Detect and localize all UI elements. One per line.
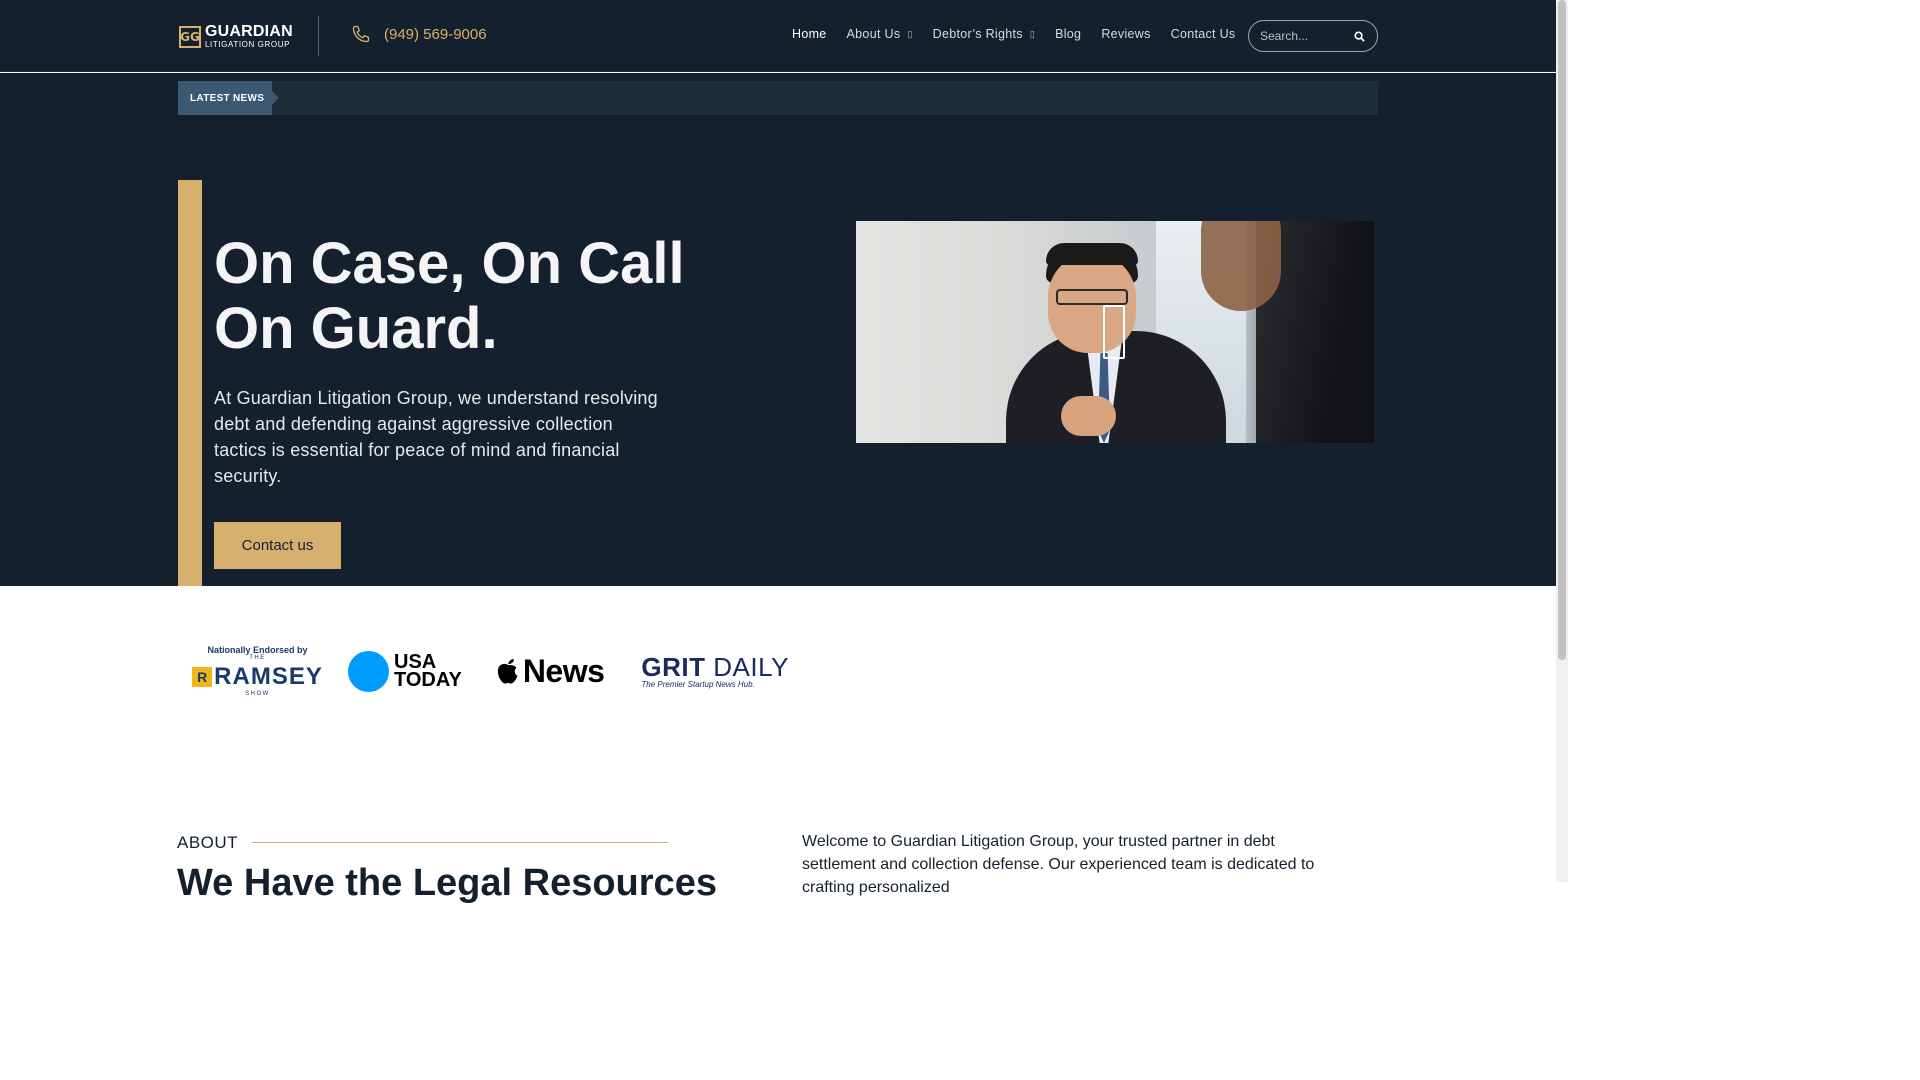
hero-section: LATEST NEWS On Case, On Call On Guard. A… (0, 73, 1556, 586)
hero-accent-bar (178, 180, 202, 586)
site-logo[interactable]: GG GUARDIAN LITIGATION GROUP (179, 24, 293, 49)
nav-home[interactable]: Home (792, 27, 827, 41)
chevron-down-icon: ▯ (907, 28, 913, 39)
about-divider (252, 842, 668, 843)
grit-daily-logo: GRIT DAILY The Premier Startup News Hub. (641, 651, 789, 689)
phone-number: (949) 569-9006 (384, 25, 487, 43)
about-text: Welcome to Guardian Litigation Group, yo… (802, 833, 1315, 896)
nav-blog[interactable]: Blog (1055, 27, 1081, 41)
logo-mark: GG (179, 25, 201, 48)
nav-reviews[interactable]: Reviews (1101, 27, 1150, 41)
apple-icon (497, 659, 518, 684)
search-box (1248, 20, 1378, 52)
scrollbar-thumb[interactable] (1558, 0, 1566, 660)
latest-news-bar: LATEST NEWS (178, 81, 1378, 115)
contact-us-button[interactable]: Contact us (214, 522, 341, 569)
phone-icon (352, 25, 370, 43)
hero-description: At Guardian Litigation Group, we underst… (214, 388, 658, 486)
main-nav: Home About Us ▯ Debtor’s Rights ▯ Blog Rev… (792, 27, 1256, 41)
usa-today-logo: USA TODAY (348, 650, 462, 692)
site-header: GG GUARDIAN LITIGATION GROUP (949) 569-9… (0, 0, 1556, 72)
latest-news-label: LATEST NEWS (178, 81, 279, 115)
search-icon[interactable] (1354, 31, 1365, 42)
press-logos: Nationally Endorsed by THE R RAMSEY SHOW… (190, 645, 789, 697)
phone-link[interactable]: (949) 569-9006 (351, 24, 487, 44)
nav-about-us[interactable]: About Us ▯ (847, 27, 913, 41)
logo-line2: LITIGATION GROUP (205, 40, 291, 49)
header-divider (318, 16, 319, 56)
search-input[interactable] (1260, 29, 1350, 43)
nav-contact-us[interactable]: Contact Us (1171, 27, 1236, 41)
about-label: ABOUT (177, 833, 239, 852)
apple-news-logo: News (495, 653, 605, 690)
hero-title: On Case, On Call On Guard. (214, 231, 685, 361)
hero-video[interactable] (856, 221, 1374, 443)
play-icon[interactable] (1103, 305, 1125, 359)
page-scrollbar[interactable] (1556, 0, 1568, 882)
chevron-down-icon: ▯ (1029, 28, 1036, 39)
nav-debtors-rights[interactable]: Debtor’s Rights ▯ (933, 27, 1035, 41)
logo-line1: GUARDIAN (205, 23, 293, 40)
about-heading: We Have the Legal Resources (177, 862, 717, 904)
ramsey-show-logo: Nationally Endorsed by THE R RAMSEY SHOW (190, 645, 325, 697)
